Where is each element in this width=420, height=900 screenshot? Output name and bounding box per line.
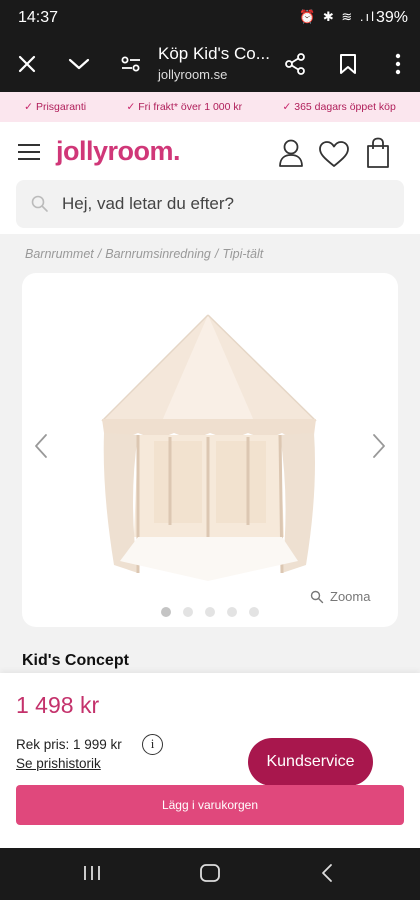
status-icons: ⏰ ✱ ≋ .ıl	[299, 9, 376, 24]
search-input[interactable]	[62, 190, 382, 218]
page-url: jollyroom.se	[158, 67, 228, 82]
share-icon[interactable]	[281, 50, 309, 78]
product-price: 1 498 kr	[16, 692, 100, 718]
page-title: Köp Kid's Co...	[158, 44, 270, 63]
close-icon[interactable]	[13, 50, 41, 78]
zoom-label: Zooma	[330, 589, 371, 604]
usp-item: ✓ Fri frakt* över 1 000 kr	[126, 101, 243, 113]
battery-level: 39%	[375, 9, 408, 26]
usp-item: ✓ Prisgaranti	[24, 101, 87, 113]
browser-toolbar: Köp Kid's Co... jollyroom.se	[0, 36, 420, 92]
menu-icon[interactable]	[18, 144, 40, 162]
gallery-pagination	[0, 607, 420, 617]
home-icon[interactable]	[199, 863, 221, 888]
back-icon[interactable]	[320, 863, 334, 888]
customer-service-button[interactable]: Kundservice	[248, 738, 373, 786]
gallery-dot[interactable]	[249, 607, 259, 617]
bookmark-icon[interactable]	[334, 50, 362, 78]
price-history-link[interactable]: Se prishistorik	[16, 756, 101, 771]
search-icon	[30, 194, 50, 219]
product-gallery[interactable]: Zooma	[22, 273, 398, 627]
more-options-icon[interactable]	[384, 50, 412, 78]
wishlist-heart-icon[interactable]	[318, 140, 350, 173]
site-settings-icon[interactable]	[117, 50, 145, 78]
recent-apps-icon[interactable]	[82, 864, 102, 887]
check-icon: ✓	[126, 101, 136, 113]
breadcrumb: Barnrummet / Barnrumsinredning / Tipi-tält	[25, 247, 264, 261]
usp-banner: ✓ Prisgaranti ✓ Fri frakt* över 1 000 kr ✓…	[0, 92, 420, 122]
gallery-dot[interactable]	[161, 607, 171, 617]
gallery-dot[interactable]	[205, 607, 215, 617]
system-nav-bar	[0, 848, 420, 900]
cart-icon[interactable]	[366, 137, 390, 174]
breadcrumb-item[interactable]: Barnrumsinredning	[105, 247, 211, 261]
check-icon: ✓	[282, 101, 292, 113]
product-brand[interactable]: Kid's Concept	[22, 652, 129, 670]
purchase-panel: 1 498 kr Rek pris: 1 999 kr i Se prishis…	[0, 673, 420, 848]
breadcrumb-item[interactable]: Tipi-tält	[222, 247, 263, 261]
site-header: jollyroom.	[0, 122, 420, 234]
recommended-price: Rek pris: 1 999 kr	[16, 737, 122, 752]
breadcrumb-item[interactable]: Barnrummet	[25, 247, 94, 261]
logo[interactable]: jollyroom.	[56, 136, 181, 167]
next-image-icon[interactable]	[372, 433, 386, 464]
previous-image-icon[interactable]	[34, 433, 48, 464]
search-bar[interactable]	[16, 180, 404, 228]
zoom-button[interactable]: Zooma	[310, 589, 370, 604]
chevron-down-icon[interactable]	[65, 50, 93, 78]
status-time: 14:37	[18, 9, 59, 26]
account-icon[interactable]	[278, 138, 304, 173]
check-icon: ✓	[24, 101, 33, 113]
add-to-cart-button[interactable]: Lägg i varukorgen	[16, 785, 404, 825]
product-image[interactable]	[98, 311, 320, 583]
info-icon[interactable]: i	[142, 734, 163, 755]
gallery-dot[interactable]	[183, 607, 193, 617]
zoom-icon	[310, 590, 324, 603]
usp-item: ✓ 365 dagars öppet köp	[282, 101, 396, 113]
status-bar: 14:37 ⏰ ✱ ≋ .ıl 39%	[0, 0, 420, 36]
gallery-dot[interactable]	[227, 607, 237, 617]
